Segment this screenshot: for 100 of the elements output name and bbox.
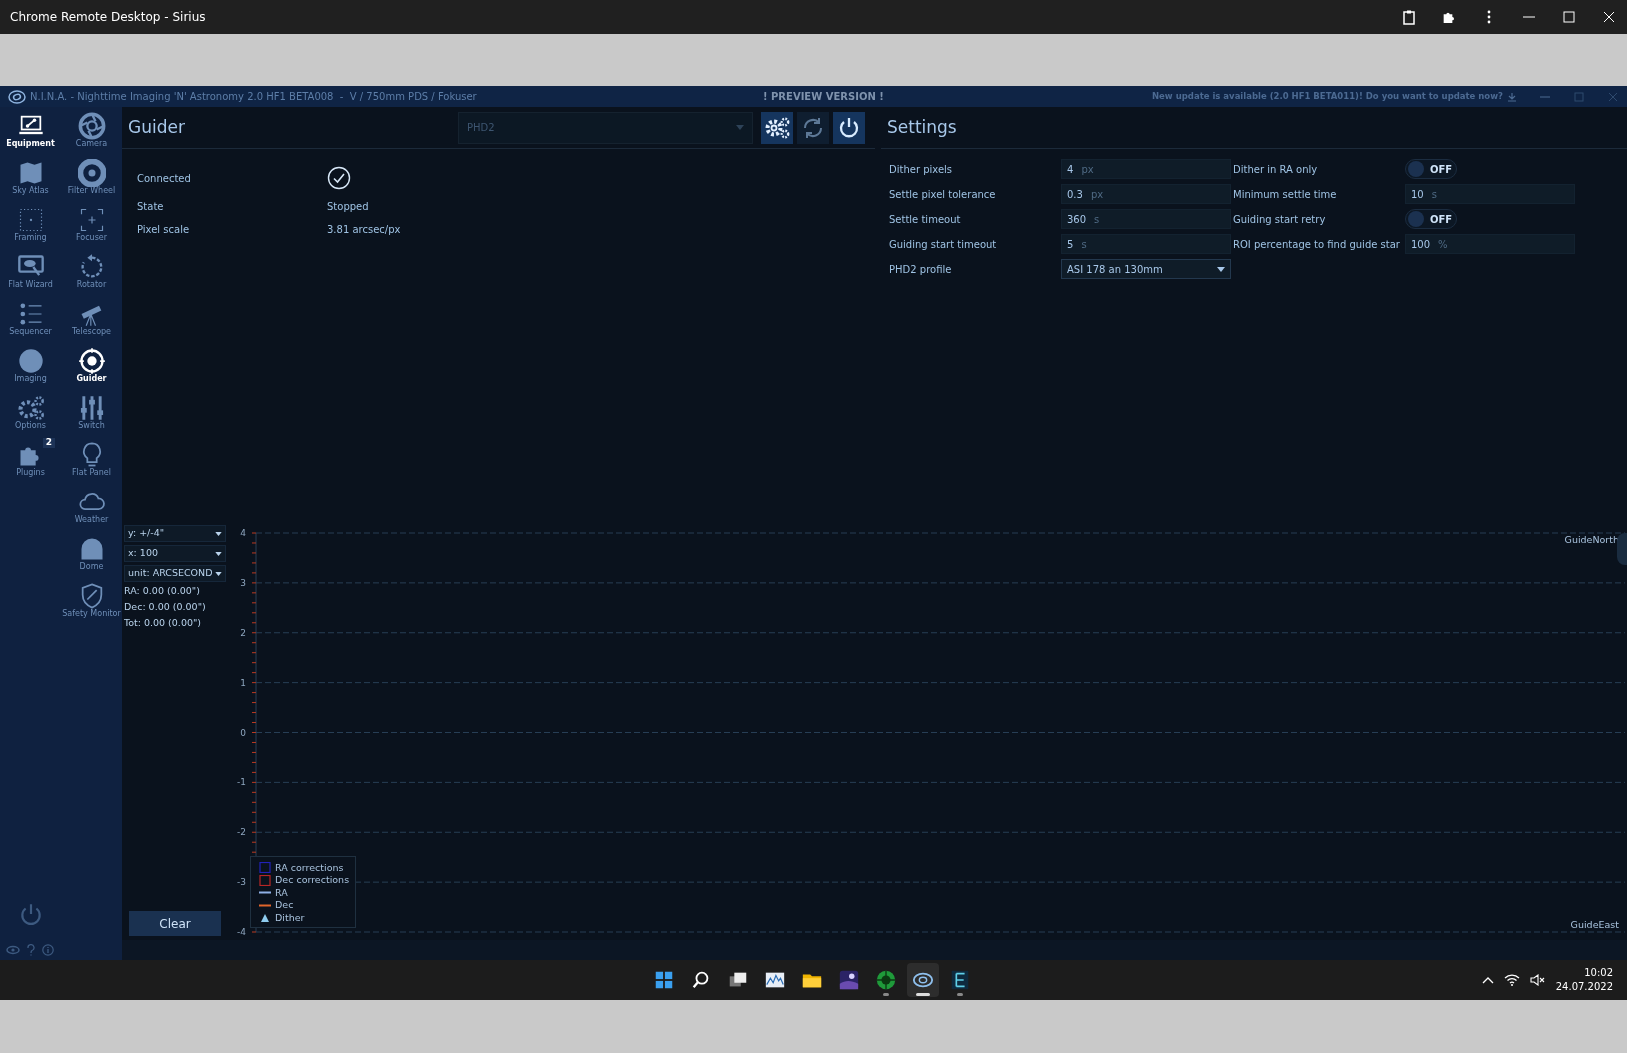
refresh-icon: [801, 115, 825, 140]
field-label: Dither in RA only: [1233, 162, 1319, 177]
axis-label: 1: [240, 677, 246, 688]
axis-label: 3: [240, 577, 246, 588]
sidebar-item[interactable]: Safety Monitor: [61, 577, 122, 624]
dropdown[interactable]: unit: ARCSECOND: [124, 565, 226, 582]
sidebar-item[interactable]: Sky Atlas: [0, 154, 61, 201]
galaxy-logo-icon: [8, 88, 26, 105]
sidebar-item[interactable]: Imaging: [0, 342, 61, 389]
taskbar-app[interactable]: [907, 963, 939, 997]
input-field[interactable]: 4 px: [1061, 159, 1231, 179]
network-list-icon: [949, 969, 971, 991]
chevron-up-icon[interactable]: [1481, 976, 1494, 984]
axis-label: -4: [237, 927, 246, 937]
caret-icon: [215, 551, 222, 556]
field-label: PHD2 profile: [889, 262, 953, 277]
dropdown[interactable]: x: 100: [124, 545, 226, 562]
stat-text: RA: 0.00 (0.00"): [124, 584, 201, 597]
caret-icon: [215, 531, 222, 536]
aperture-icon: [77, 112, 106, 141]
axis-label: 2: [240, 627, 246, 638]
stat-text: Dec: 0.00 (0.00"): [124, 600, 207, 613]
field-label: Connected: [137, 171, 192, 186]
sidebar-item[interactable]: Switch: [61, 389, 122, 436]
sidebar-item[interactable]: Guider: [61, 342, 122, 389]
sidebar-item[interactable]: Camera: [61, 107, 122, 154]
sidebar-item[interactable]: Rotator: [61, 248, 122, 295]
field-label: State: [137, 200, 165, 214]
window-title: Chrome Remote Desktop - Sirius: [10, 9, 206, 26]
settings-button[interactable]: [761, 111, 793, 144]
preview-label: ! PREVIEW VERSION !: [763, 90, 884, 104]
clear-button[interactable]: Clear: [129, 911, 221, 936]
axis-label: 4: [240, 528, 246, 538]
legend-label: RA: [275, 886, 288, 899]
sidebar-item[interactable]: Flat Wizard: [0, 248, 61, 295]
app-title: N.I.N.A. - Nighttime Imaging 'N' Astronomy 2.0 HF1 BETA008 - V / 750mm PDS / Fokuser: [30, 90, 477, 104]
sidebar-item[interactable]: Flat Panel: [61, 436, 122, 483]
field-label: Guiding start timeout: [889, 237, 998, 252]
sidebar-item[interactable]: Filter Wheel: [61, 154, 122, 201]
close-icon[interactable]: [1601, 9, 1617, 25]
wheel-icon: [77, 159, 106, 188]
sidebar-item[interactable]: Focuser: [61, 201, 122, 248]
field-label: Settle timeout: [889, 212, 962, 227]
stat-text: Tot: 0.00 (0.00"): [124, 616, 203, 629]
axis-caption: GuideNorth: [1564, 534, 1619, 545]
refresh-button[interactable]: [797, 111, 829, 144]
collapse-handle[interactable]: [1617, 533, 1627, 565]
sidebar-item[interactable]: Weather: [61, 483, 122, 530]
field-label: Dither pixels: [889, 162, 954, 177]
target-icon: [77, 347, 106, 376]
sidebar-item[interactable]: Plugins 2: [0, 436, 61, 483]
profile-dropdown[interactable]: ASI 178 an 130mm: [1061, 259, 1231, 279]
sidebar-item[interactable]: Framing: [0, 201, 61, 248]
axis-label: -2: [237, 827, 246, 838]
axis-label: -1: [237, 777, 246, 788]
field-label: Minimum settle time: [1233, 187, 1338, 202]
panel-title: Guider: [128, 115, 185, 139]
input-field[interactable]: 100 %: [1405, 234, 1575, 254]
sidebar-item[interactable]: Sequencer: [0, 295, 61, 342]
caret-icon: [1217, 266, 1225, 272]
connect-button[interactable]: [833, 111, 865, 144]
panel-title: Settings: [887, 115, 957, 139]
wifi-icon[interactable]: [1503, 974, 1520, 986]
download-icon[interactable]: [1507, 91, 1517, 102]
field-value: 3.81 arcsec/px: [327, 223, 402, 237]
legend-label: RA corrections: [275, 861, 344, 874]
power-icon: [837, 115, 861, 140]
sidebar-item[interactable]: Dome: [61, 530, 122, 577]
toggle-switch[interactable]: OFF: [1405, 209, 1457, 229]
caret-icon: [215, 571, 222, 576]
legend-label: Dither: [275, 911, 305, 924]
input-field[interactable]: 0.3 px: [1061, 184, 1231, 204]
maximize-icon[interactable]: [1561, 9, 1577, 25]
sidebar-item[interactable]: Options: [0, 389, 61, 436]
field-label: Guiding start retry: [1233, 212, 1327, 227]
legend-label: Dec: [275, 899, 294, 912]
input-field[interactable]: 5 s: [1061, 234, 1231, 254]
sidebar-item[interactable]: Equipment: [0, 107, 61, 154]
axis-caption: GuideEast: [1570, 919, 1619, 930]
sidebar-item[interactable]: Telescope: [61, 295, 122, 342]
field-label: ROI percentage to find guide star: [1233, 237, 1401, 252]
field-label: Settle pixel tolerance: [889, 187, 997, 202]
night-sky-icon: [838, 969, 860, 991]
clock-date[interactable]: 24.07.2022: [1555, 980, 1613, 994]
windows-icon: [653, 969, 675, 991]
crosshair-disc-icon: [875, 969, 897, 991]
clock-time[interactable]: 10:02: [1555, 966, 1613, 980]
caret-icon: [736, 125, 744, 130]
axis-label: 0: [240, 727, 246, 738]
speaker-muted-icon[interactable]: [1529, 974, 1546, 986]
toggle-switch[interactable]: OFF: [1405, 159, 1457, 179]
count-badge: 2: [42, 438, 55, 448]
input-field[interactable]: 360 s: [1061, 209, 1231, 229]
disc-icon: [16, 347, 45, 376]
field-value: Stopped: [327, 200, 370, 214]
input-field[interactable]: 10 s: [1405, 184, 1575, 204]
dropdown[interactable]: y: +/-4": [124, 525, 226, 542]
gears-icon: [16, 394, 45, 423]
legend-label: Dec corrections: [275, 874, 350, 887]
clipboard-icon[interactable]: [1401, 9, 1417, 25]
